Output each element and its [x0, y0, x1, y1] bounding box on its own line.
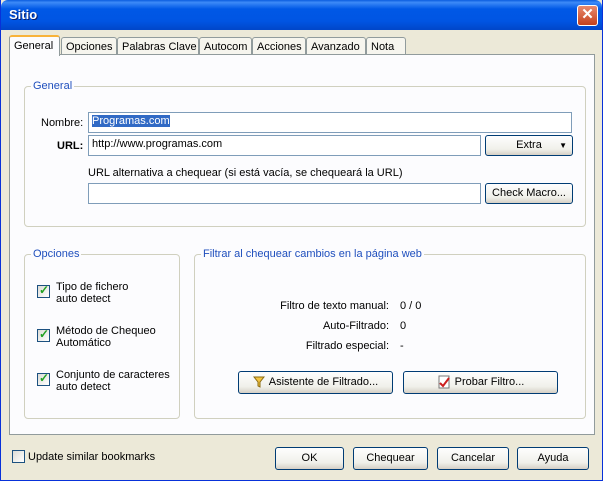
tab-palabras-clave[interactable]: Palabras Clave: [117, 37, 199, 55]
file-type-label-line2: auto detect: [56, 293, 111, 305]
general-group-legend: General: [31, 80, 75, 92]
check-method-label-line2: Automático: [56, 337, 112, 349]
manual-filter-value: 0 / 0: [400, 300, 422, 312]
file-type-label: Tipo de fichero auto detect: [56, 281, 128, 305]
checkmark-document-icon: [438, 375, 450, 389]
charset-label-line2: auto detect: [56, 381, 111, 393]
charset-label-line1: Conjunto de caracteres: [56, 369, 170, 381]
test-filter-button[interactable]: Probar Filtro...: [403, 371, 558, 394]
special-filter-label: Filtrado especial:: [305, 340, 389, 352]
close-icon: ✕: [581, 6, 594, 23]
filter-group-legend: Filtrar al chequear cambios en la página…: [201, 248, 424, 260]
options-group-legend: Opciones: [31, 248, 82, 260]
auto-filter-label: Auto-Filtrado:: [322, 320, 389, 332]
site-dialog: Sitio ✕ General Opciones Palabras Clave …: [0, 0, 603, 481]
special-filter-value: -: [400, 340, 404, 352]
file-type-checkbox[interactable]: ✓: [37, 283, 50, 298]
alt-url-label: URL alternativa a chequear (si está vací…: [88, 167, 403, 179]
name-label: Nombre:: [41, 117, 84, 129]
url-field[interactable]: http://www.programas.com: [88, 135, 481, 156]
charset-checkbox[interactable]: ✓: [37, 371, 50, 386]
checkmark-icon: ✓: [39, 283, 50, 297]
url-label: URL:: [57, 140, 84, 152]
cancel-button[interactable]: Cancelar: [437, 447, 509, 470]
file-type-label-line1: Tipo de fichero: [56, 281, 129, 293]
manual-filter-label: Filtro de texto manual:: [280, 300, 389, 312]
tab-panel-general: General Nombre: Programas.com URL: http:…: [9, 54, 595, 435]
funnel-icon: [252, 376, 265, 388]
checkmark-icon: ✓: [39, 371, 50, 385]
title-bar[interactable]: Sitio ✕: [1, 0, 602, 30]
tab-nota[interactable]: Nota: [366, 37, 406, 55]
check-button[interactable]: Chequear: [353, 447, 428, 470]
dropdown-arrow-icon: ▼: [559, 141, 567, 150]
checkmark-icon: ✓: [39, 327, 50, 341]
extra-dropdown-button[interactable]: Extra ▼: [485, 135, 573, 156]
check-method-checkbox[interactable]: ✓: [37, 327, 50, 342]
check-method-label: Método de Chequeo Automático: [56, 325, 156, 349]
update-similar-checkbox[interactable]: [12, 450, 25, 463]
name-field[interactable]: Programas.com: [88, 112, 572, 133]
auto-filter-value: 0: [400, 320, 407, 332]
tab-opciones[interactable]: Opciones: [61, 37, 117, 55]
filter-wizard-label: Asistente de Filtrado...: [268, 376, 379, 388]
alt-url-field[interactable]: [88, 183, 481, 204]
general-group: General: [24, 80, 586, 227]
close-button[interactable]: ✕: [577, 5, 598, 26]
charset-label: Conjunto de caracteres auto detect: [56, 369, 170, 393]
window-title: Sitio: [9, 7, 38, 22]
filter-wizard-button[interactable]: Asistente de Filtrado...: [238, 371, 393, 394]
tab-avanzado[interactable]: Avanzado: [306, 37, 366, 55]
check-method-label-line1: Método de Chequeo: [56, 325, 156, 337]
help-button[interactable]: Ayuda: [517, 447, 589, 470]
check-macro-button[interactable]: Check Macro...: [485, 183, 573, 204]
extra-button-label: Extra: [516, 139, 542, 151]
update-similar-label: Update similar bookmarks: [28, 451, 156, 463]
url-field-value: http://www.programas.com: [92, 138, 223, 150]
tab-autocom[interactable]: Autocom: [199, 37, 252, 55]
test-filter-label: Probar Filtro...: [454, 376, 525, 388]
tab-general[interactable]: General: [9, 35, 60, 56]
filter-group: Filtrar al chequear cambios en la página…: [194, 248, 586, 419]
name-field-value: Programas.com: [92, 115, 170, 127]
tab-acciones[interactable]: Acciones: [252, 37, 306, 55]
ok-button[interactable]: OK: [275, 447, 344, 470]
